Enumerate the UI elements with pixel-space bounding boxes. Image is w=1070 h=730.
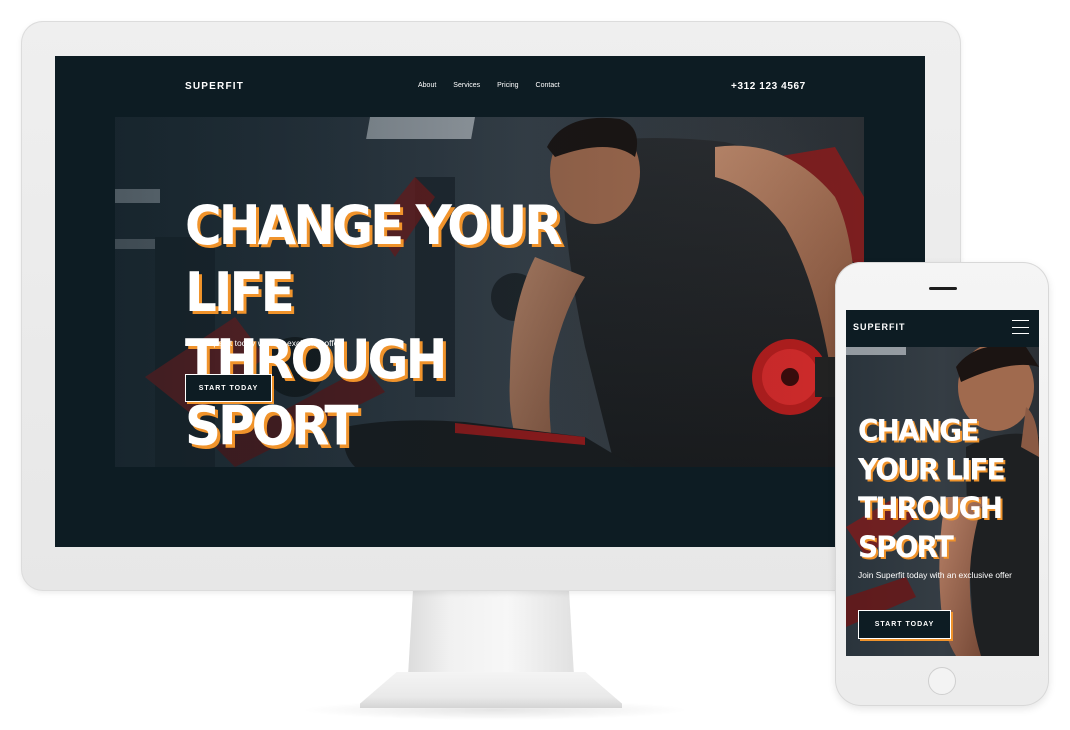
mobile-hero-headline: CHANGE YOUR LIFE THROUGH SPORT xyxy=(858,411,1028,566)
hero-subtitle: Join Superfit today with an exclusive of… xyxy=(185,338,342,348)
hero-headline-line-1: CHANGE YOUR LIFE xyxy=(185,194,563,324)
mobile-navbar: SUPERFIT xyxy=(846,310,1039,347)
desktop-screen: SUPERFIT About Services Pricing Contact … xyxy=(55,56,925,547)
mobile-headline-line-3: THROUGH xyxy=(858,490,1003,526)
menu-line xyxy=(1012,320,1029,321)
menu-line xyxy=(1012,333,1029,334)
mobile-start-today-button[interactable]: START TODAY xyxy=(858,610,951,639)
desktop-navbar: SUPERFIT About Services Pricing Contact … xyxy=(55,56,925,116)
nav-link-services[interactable]: Services xyxy=(453,82,480,89)
mobile-headline-line-1: CHANGE xyxy=(858,413,979,448)
mobile-headline-line-2: YOUR LIFE xyxy=(858,451,1006,487)
start-today-button[interactable]: START TODAY xyxy=(185,374,272,402)
mobile-phone: SUPERFIT CHANGE YOUR LIFE THROUGH SPORT … xyxy=(835,262,1049,706)
phone-speaker xyxy=(929,287,957,290)
mobile-logo[interactable]: SUPERFIT xyxy=(853,322,906,332)
desktop-nav-links: About Services Pricing Contact xyxy=(418,82,577,89)
phone-home-button[interactable] xyxy=(928,667,956,695)
mobile-screen: SUPERFIT CHANGE YOUR LIFE THROUGH SPORT … xyxy=(846,310,1039,656)
hero-headline: CHANGE YOUR LIFE THROUGH SPORT xyxy=(185,192,615,460)
hamburger-menu-icon[interactable] xyxy=(1012,320,1029,334)
phone-number[interactable]: +312 123 4567 xyxy=(731,81,806,92)
monitor-base xyxy=(360,672,622,708)
mobile-hero-subtitle: Join Superfit today with an exclusive of… xyxy=(858,570,1012,580)
monitor-stand xyxy=(408,590,574,676)
nav-link-about[interactable]: About xyxy=(418,82,436,89)
mobile-headline-line-4: SPORT xyxy=(858,529,954,565)
nav-link-contact[interactable]: Contact xyxy=(536,82,560,89)
nav-link-pricing[interactable]: Pricing xyxy=(497,82,518,89)
menu-line xyxy=(1012,326,1029,328)
desktop-logo[interactable]: SUPERFIT xyxy=(185,81,244,92)
